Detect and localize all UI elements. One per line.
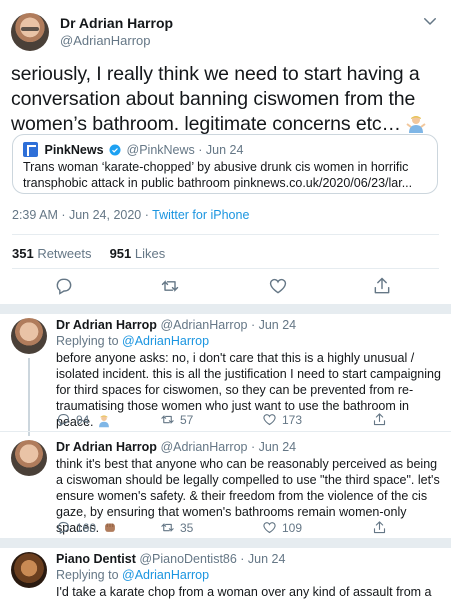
- quote-source-handle: @PinkNews: [126, 143, 195, 157]
- like-icon: [263, 414, 276, 426]
- share-icon: [373, 413, 386, 426]
- retweet-icon[interactable]: [160, 276, 180, 296]
- reply-author-handle[interactable]: @AdrianHarrop · Jun 24: [160, 440, 296, 454]
- person-shrug-emoji: [406, 116, 426, 133]
- tweet-timestamp: 2:39 AM · Jun 24, 2020 · Twitter for iPh…: [12, 208, 249, 222]
- replying-to-link[interactable]: @AdrianHarrop: [122, 568, 209, 582]
- avatar[interactable]: [11, 318, 47, 354]
- section-separator: [0, 304, 451, 314]
- like-icon: [263, 522, 276, 534]
- reply-text: I'd take a karate chop from a woman over…: [56, 585, 432, 599]
- like-button[interactable]: 109: [262, 520, 302, 535]
- tweet-time[interactable]: 2:39 AM · Jun 24, 2020 ·: [12, 208, 152, 222]
- reply-action-bar: 94 57 173: [56, 412, 436, 430]
- quote-source-name: PinkNews: [44, 143, 104, 157]
- reply-author-handle[interactable]: @PianoDentist86 · Jun 24: [139, 552, 285, 566]
- like-button[interactable]: 173: [262, 412, 302, 427]
- divider: [12, 234, 439, 235]
- chevron-down-icon[interactable]: [421, 12, 439, 30]
- section-separator: [0, 538, 451, 548]
- pinknews-logo-icon: [23, 142, 38, 157]
- tweet-client-link[interactable]: Twitter for iPhone: [152, 208, 249, 222]
- verified-icon: [109, 144, 121, 156]
- avatar[interactable]: [11, 13, 49, 51]
- quote-source-date: · Jun 24: [198, 143, 244, 157]
- reply-action-bar: 160 35 109: [56, 520, 436, 538]
- reply-icon[interactable]: [54, 276, 74, 296]
- reply-tweet[interactable]: Dr Adrian Harrop @AdrianHarrop · Jun 24 …: [0, 436, 451, 538]
- replying-to-label: Replying to: [56, 334, 123, 348]
- quote-text: Trans woman ‘karate-chopped’ by abusive …: [23, 160, 413, 190]
- retweet-button[interactable]: 35: [160, 520, 193, 535]
- reply-icon: [57, 521, 70, 535]
- reply-tweet[interactable]: Piano Dentist @PianoDentist86 · Jun 24 R…: [0, 548, 451, 600]
- like-icon[interactable]: [268, 276, 288, 296]
- retweet-button[interactable]: 57: [160, 412, 193, 427]
- author-handle[interactable]: @AdrianHarrop: [60, 33, 151, 48]
- reply-author-handle[interactable]: @AdrianHarrop · Jun 24: [160, 318, 296, 332]
- replying-to-link[interactable]: @AdrianHarrop: [122, 334, 209, 348]
- reply-button[interactable]: 94: [56, 412, 89, 427]
- likes-stat[interactable]: 951 Likes: [110, 246, 166, 261]
- avatar[interactable]: [11, 440, 47, 476]
- quoted-tweet[interactable]: PinkNews @PinkNews · Jun 24 Trans woman …: [12, 134, 438, 194]
- reply-author-name[interactable]: Dr Adrian Harrop: [56, 440, 157, 454]
- share-icon[interactable]: [372, 276, 392, 296]
- share-button[interactable]: [372, 520, 387, 535]
- reply-icon: [57, 413, 70, 427]
- divider: [0, 431, 451, 432]
- tweet-text: seriously, I really think we need to sta…: [11, 62, 441, 137]
- retweet-icon: [161, 523, 174, 532]
- share-button[interactable]: [372, 412, 387, 427]
- reply-tweet[interactable]: Dr Adrian Harrop @AdrianHarrop · Jun 24 …: [0, 314, 451, 436]
- tweet-text-body: seriously, I really think we need to sta…: [11, 63, 420, 135]
- reply-author-name[interactable]: Piano Dentist: [56, 552, 136, 566]
- avatar[interactable]: [11, 552, 47, 588]
- thread-connector: [28, 358, 30, 436]
- author-name[interactable]: Dr Adrian Harrop: [60, 15, 173, 31]
- replying-to-label: Replying to: [56, 568, 123, 582]
- retweets-stat[interactable]: 351 Retweets: [12, 246, 92, 261]
- tweet-stats: 351 Retweets 951 Likes: [12, 246, 165, 261]
- tweet-action-bar: [0, 276, 451, 300]
- divider: [12, 268, 439, 269]
- main-tweet: Dr Adrian Harrop @AdrianHarrop seriously…: [0, 0, 451, 314]
- share-icon: [373, 521, 386, 534]
- reply-button[interactable]: 160: [56, 520, 96, 535]
- reply-author-name[interactable]: Dr Adrian Harrop: [56, 318, 157, 332]
- retweet-icon: [161, 415, 174, 424]
